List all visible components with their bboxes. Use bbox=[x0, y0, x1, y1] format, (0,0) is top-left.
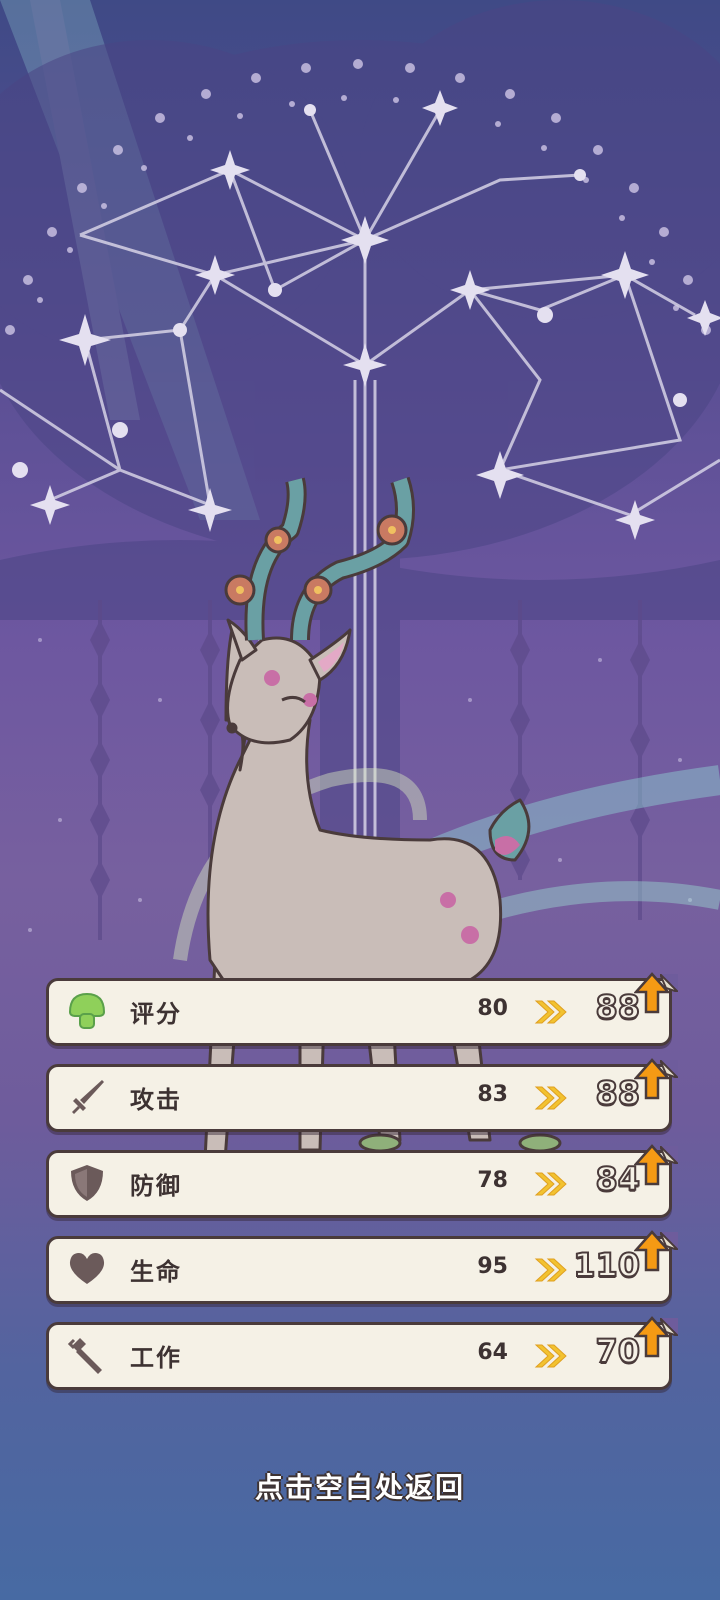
double-chevron-right-icon bbox=[534, 1344, 567, 1368]
arrow-up-icon bbox=[634, 972, 670, 1014]
double-chevron-right-icon bbox=[534, 1258, 567, 1282]
stat-label: 工作 bbox=[130, 1344, 182, 1372]
stat-new-value: 110 bbox=[572, 1245, 641, 1285]
stat-old-value: 95 bbox=[477, 1254, 508, 1279]
arrow-up-icon bbox=[634, 1144, 670, 1186]
mushroom-icon bbox=[68, 992, 106, 1029]
arrow-up-icon bbox=[634, 1058, 670, 1100]
stat-row-defense: 防御 78 84 bbox=[46, 1144, 678, 1222]
sword-icon bbox=[72, 1080, 104, 1114]
heart-icon bbox=[69, 1253, 105, 1284]
arrow-up-icon bbox=[634, 1230, 670, 1272]
stat-new-value: 88 bbox=[594, 1073, 641, 1113]
stat-row-work: 工作 64 70 bbox=[46, 1316, 678, 1394]
stat-new-value: 70 bbox=[594, 1331, 641, 1371]
double-chevron-right-icon bbox=[534, 1172, 567, 1196]
stat-label: 评分 bbox=[130, 1000, 182, 1028]
hammer-icon bbox=[67, 1338, 102, 1374]
stat-old-value: 64 bbox=[477, 1340, 508, 1365]
double-chevron-right-icon bbox=[534, 1000, 567, 1024]
shield-icon bbox=[71, 1165, 103, 1201]
stat-row-life: 生命 95 110 bbox=[46, 1230, 678, 1308]
stat-label: 生命 bbox=[130, 1258, 182, 1286]
stat-row-rating: 评分 80 88 bbox=[46, 972, 678, 1050]
stat-new-value: 84 bbox=[594, 1159, 641, 1199]
stat-new-value: 88 bbox=[594, 987, 641, 1027]
stat-label: 防御 bbox=[130, 1172, 182, 1200]
stat-label: 攻击 bbox=[130, 1086, 182, 1114]
arrow-up-icon bbox=[634, 1316, 670, 1358]
tap-to-return-hint[interactable]: 点击空白处返回 bbox=[0, 1466, 720, 1506]
double-chevron-right-icon bbox=[534, 1086, 567, 1110]
stat-old-value: 83 bbox=[477, 1082, 508, 1107]
stat-row-attack: 攻击 83 88 bbox=[46, 1058, 678, 1136]
stat-old-value: 78 bbox=[477, 1168, 508, 1193]
stat-old-value: 80 bbox=[477, 996, 508, 1021]
